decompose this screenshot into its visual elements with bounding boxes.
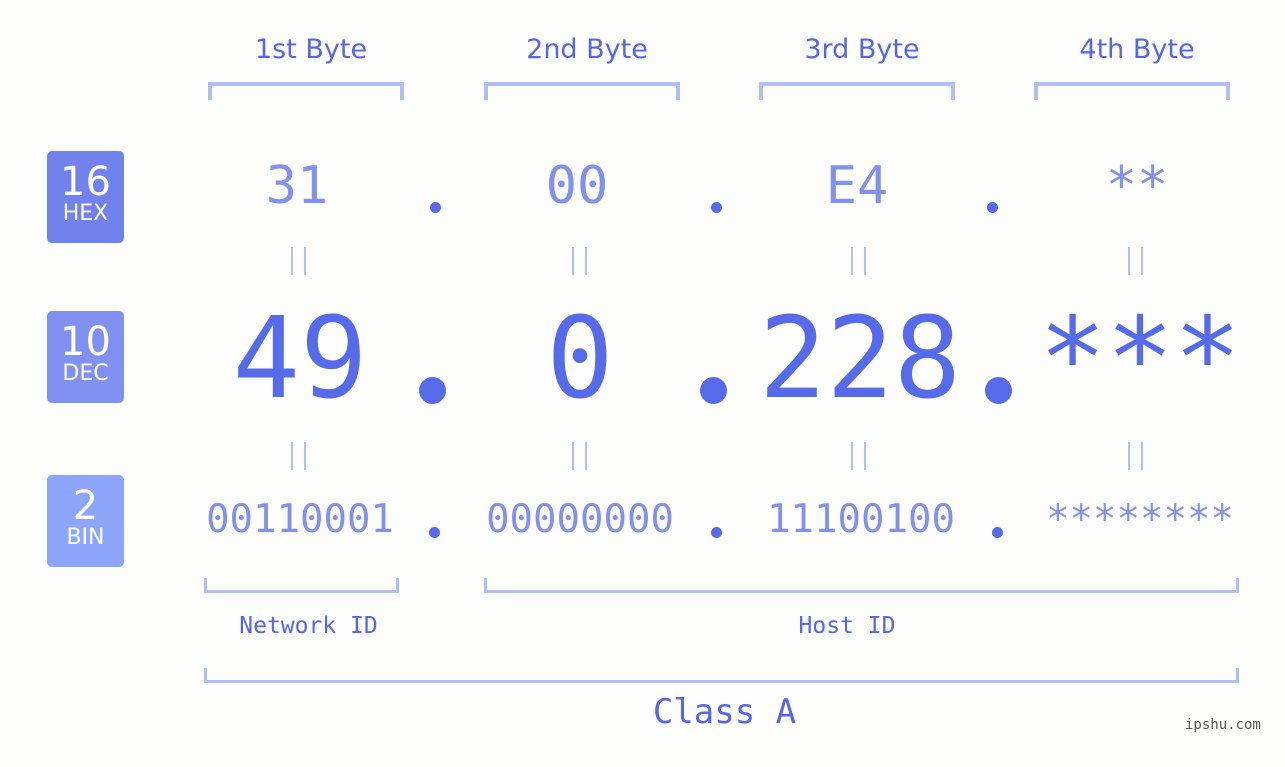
equals-mark [1128,247,1130,275]
byte-header-2: 2nd Byte [526,34,648,65]
hex-badge: 16 HEX [47,151,124,243]
equals-mark [304,247,306,275]
equals-mark [864,442,866,470]
bin-badge: 2 BIN [47,475,124,567]
equals-mark [851,247,853,275]
byte-header-4: 4th Byte [1079,34,1195,65]
hex-dot-2 [711,202,722,213]
equals-mark [1128,442,1130,470]
equals-mark [291,247,293,275]
dec-dot-1 [419,377,446,404]
equals-mark [304,442,306,470]
dec-value-3: 228 [758,294,962,424]
class-bracket [204,668,1239,683]
network-id-bracket [204,578,399,593]
bin-value-2: 00000000 [486,497,674,542]
hex-value-4: ** [1105,156,1169,216]
equals-mark [572,247,574,275]
class-label: Class A [652,692,797,732]
dec-value-4: *** [1038,294,1242,424]
dec-value-2: 0 [546,294,614,424]
equals-mark [291,442,293,470]
byte-header-3: 3rd Byte [804,34,920,65]
hex-label: HEX [62,201,109,226]
hex-value-2: 00 [545,156,609,216]
dec-value-1: 49 [232,294,368,424]
byte-header-1: 1st Byte [254,34,368,65]
bin-base: 2 [72,483,99,529]
bin-value-4: ******** [1046,497,1234,542]
hex-dot-3 [987,202,998,213]
bin-value-3: 11100100 [767,497,955,542]
hex-base: 16 [60,159,111,205]
bin-dot-2 [711,527,722,538]
dec-base: 10 [60,319,111,365]
host-id-label: Host ID [798,613,896,639]
byte-bracket-3 [759,82,955,100]
dec-dot-2 [700,377,727,404]
watermark: ipshu.com [1185,717,1261,733]
bin-dot-3 [992,527,1003,538]
bin-value-1: 00110001 [206,497,394,542]
network-id-label: Network ID [239,613,378,639]
hex-value-3: E4 [825,156,889,216]
dec-label: DEC [62,361,109,386]
equals-mark [585,247,587,275]
byte-bracket-2 [484,82,680,100]
equals-mark [864,247,866,275]
hex-value-1: 31 [265,156,329,216]
equals-mark [585,442,587,470]
byte-bracket-4 [1034,82,1230,100]
equals-mark [851,442,853,470]
hex-dot-1 [430,202,441,213]
equals-mark [1141,442,1143,470]
equals-mark [572,442,574,470]
host-id-bracket [484,578,1239,593]
byte-bracket-1 [208,82,404,100]
bin-dot-1 [429,527,440,538]
equals-mark [1141,247,1143,275]
dec-badge: 10 DEC [47,311,124,403]
bin-label: BIN [66,525,105,550]
dec-dot-3 [985,377,1012,404]
